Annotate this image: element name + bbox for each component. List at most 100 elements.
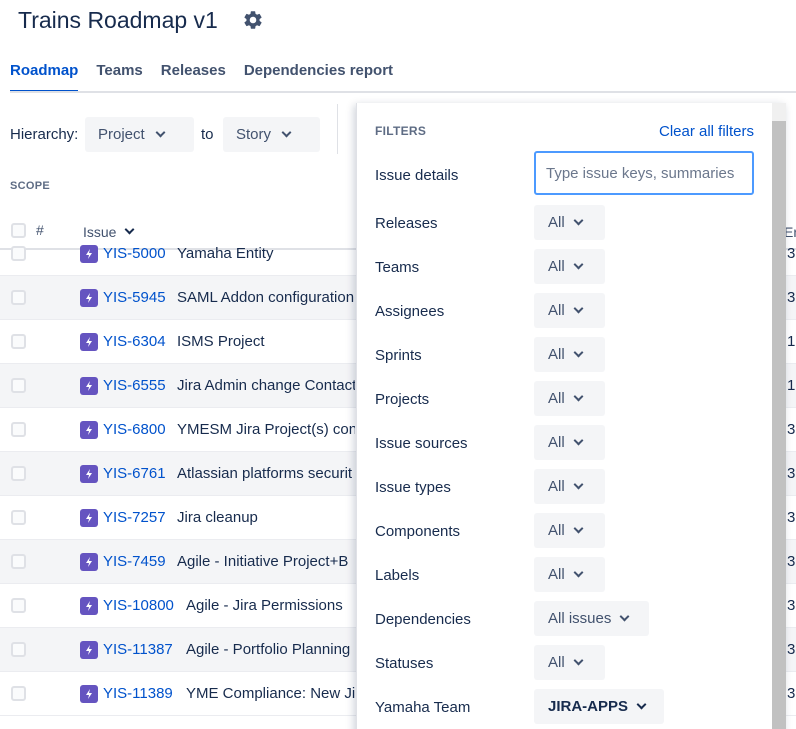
row-value: 1 [787,333,796,350]
issue-key-link[interactable]: YIS-5000 [103,245,166,262]
filter-label: Projects [375,391,430,408]
filter-dropdown[interactable]: All [534,513,605,548]
scope-label: SCOPE [10,180,51,192]
issue-key-link[interactable]: YIS-6800 [103,421,166,438]
filter-label: Teams [375,259,420,276]
issue-key-link[interactable]: YIS-6761 [103,465,166,482]
filter-dropdown[interactable]: All [534,469,605,504]
filter-dropdown[interactable]: All [534,425,605,460]
filter-dropdown[interactable]: All [534,205,605,240]
chevron-down-icon [573,259,584,269]
row-checkbox[interactable] [11,554,26,569]
filter-value: All [548,346,565,363]
issue-summary: Agile - Jira Permissions [186,597,343,614]
row-checkbox[interactable] [11,642,26,657]
hierarchy-to-select[interactable]: Story [223,117,320,152]
chevron-down-icon [573,303,584,313]
issue-key-link[interactable]: YIS-7459 [103,553,166,570]
hierarchy-label: Hierarchy: [10,126,79,143]
filter-label: Yamaha Team [375,699,471,716]
row-checkbox[interactable] [11,290,26,305]
filter-value: All [548,214,565,231]
row-checkbox[interactable] [11,466,26,481]
issue-key-link[interactable]: YIS-5945 [103,289,166,306]
row-value: 3 [787,509,796,526]
tab-teams[interactable]: Teams [96,54,142,92]
filter-dropdown[interactable]: All [534,381,605,416]
chevron-down-icon [573,655,584,665]
row-checkbox[interactable] [11,598,26,613]
row-value: 3 [787,553,796,570]
filter-value: All [548,302,565,319]
filters-panel: FILTERS Clear all filters Issue details … [356,103,786,729]
chevron-down-icon [573,391,584,401]
filter-dropdown[interactable]: All [534,249,605,284]
filter-dropdown[interactable]: All issues [534,601,649,636]
issue-details-input[interactable] [534,151,754,195]
story-icon [80,333,98,351]
chevron-down-icon [619,611,630,621]
row-checkbox[interactable] [11,246,26,261]
hierarchy-from-select[interactable]: Project [85,117,194,152]
issue-summary: Agile - Portfolio Planning [186,641,351,658]
issue-key-link[interactable]: YIS-10800 [103,597,174,614]
story-icon [80,685,98,703]
chevron-down-icon [281,127,292,137]
row-value: 3 [787,465,796,482]
row-checkbox[interactable] [11,334,26,349]
issue-key-link[interactable]: YIS-7257 [103,509,166,526]
chevron-down-icon [573,347,584,357]
filter-dropdown[interactable]: All [534,557,605,592]
hierarchy-from-value: Project [98,126,145,143]
row-value: 3 [787,597,796,614]
issue-key-link[interactable]: YIS-6555 [103,377,166,394]
filter-dropdown[interactable]: All [534,337,605,372]
tab-dependencies-report[interactable]: Dependencies report [244,54,393,92]
issue-summary: Jira cleanup [177,509,258,526]
story-icon [80,553,98,571]
clear-all-filters-link[interactable]: Clear all filters [659,123,754,140]
row-checkbox[interactable] [11,422,26,437]
scrollbar-thumb[interactable] [772,121,786,729]
issue-summary: Agile - Initiative Project+B [177,553,349,570]
filter-dropdown[interactable]: All [534,645,605,680]
issue-summary: SAML Addon configuration [177,289,355,306]
hierarchy-to-label: to [201,126,214,143]
story-icon [80,289,98,307]
filter-value: All [548,390,565,407]
issue-summary: ISMS Project [177,333,265,350]
issue-key-link[interactable]: YIS-11387 [103,641,173,658]
row-value: 3 [787,421,796,438]
filter-value: All [548,258,565,275]
row-value: 3 [787,685,796,702]
story-icon [80,377,98,395]
row-checkbox[interactable] [11,510,26,525]
filter-dropdown[interactable]: All [534,293,605,328]
chevron-down-icon [125,224,135,235]
issue-summary: YMESM Jira Project(s) conf [177,421,355,438]
toolbar-divider [337,104,338,154]
issue-summary: YME Compliance: New Jir [186,685,361,702]
story-icon [80,509,98,527]
chevron-down-icon [636,699,647,709]
filter-value: All [548,478,565,495]
filter-label: Sprints [375,347,422,364]
filter-label: Dependencies [375,611,471,628]
gear-icon[interactable] [242,9,264,31]
issue-key-link[interactable]: YIS-11389 [103,685,173,702]
issue-key-link[interactable]: YIS-6304 [103,333,166,350]
hierarchy-to-value: Story [236,126,272,143]
tab-roadmap[interactable]: Roadmap [10,54,79,92]
filter-label: Releases [375,215,438,232]
filter-label: Issue sources [375,435,468,452]
tab-releases[interactable]: Releases [161,54,226,92]
row-checkbox[interactable] [11,686,26,701]
chevron-down-icon [573,435,584,445]
filter-dropdown[interactable]: JIRA-APPS [534,689,664,724]
filter-value: All [548,434,565,451]
page-title: Trains Roadmap v1 [18,6,218,33]
chevron-down-icon [155,127,166,137]
filters-title: FILTERS [375,124,427,138]
title-row: Trains Roadmap v1 [18,4,264,36]
row-checkbox[interactable] [11,378,26,393]
